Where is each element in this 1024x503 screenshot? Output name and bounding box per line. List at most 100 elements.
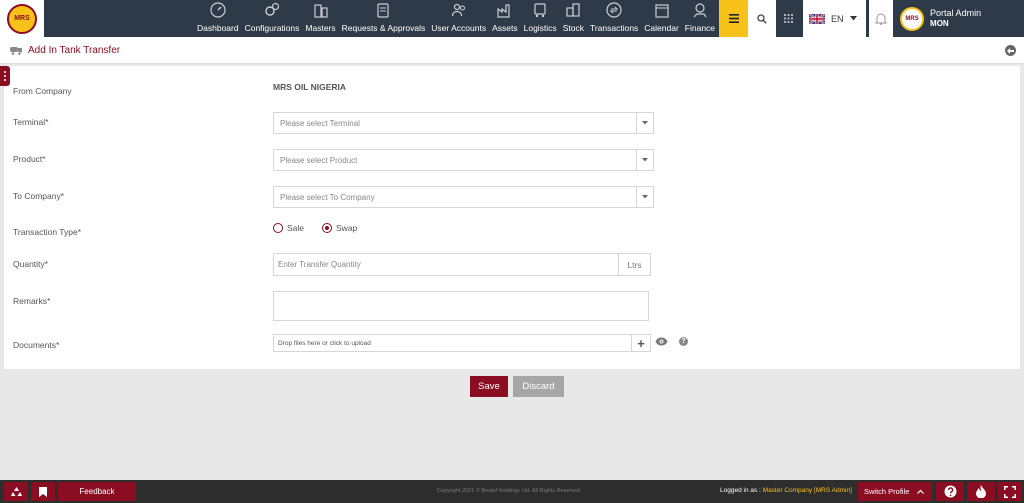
side-menu-toggle[interactable] — [0, 66, 10, 86]
hamburger-icon — [728, 14, 739, 23]
caret-down-icon[interactable] — [636, 187, 653, 207]
nav-user-accounts[interactable]: User Accounts — [428, 0, 489, 37]
factory-icon — [497, 4, 510, 18]
nav-calendar[interactable]: Calendar — [641, 0, 682, 37]
nav-assets[interactable]: Assets — [489, 0, 521, 37]
clipboard-icon — [377, 3, 390, 18]
quantity-unit: Ltrs — [618, 254, 650, 275]
recycle-icon — [10, 487, 22, 496]
main-nav: Dashboard Configurations Masters Request… — [194, 0, 718, 37]
page-title: Add In Tank Transfer — [28, 44, 121, 56]
transaction-type-label: Transaction Type* — [13, 227, 82, 237]
apps-grid-button[interactable] — [776, 0, 800, 37]
logged-in-label: Logged in as : — [720, 487, 761, 494]
product-select[interactable]: Please select Product — [273, 149, 654, 171]
nav-label: Finance — [684, 23, 716, 33]
quantity-input[interactable] — [274, 254, 618, 275]
dot — [4, 75, 6, 77]
nav-label: Masters — [305, 23, 336, 33]
user-code: MON — [930, 19, 949, 29]
nav-finance[interactable]: Finance — [682, 0, 718, 37]
language-code: EN — [831, 13, 844, 24]
switch-profile-label: Switch Profile — [864, 487, 910, 496]
caret-down-icon[interactable] — [636, 113, 653, 133]
exchange-icon — [606, 2, 622, 18]
nav-label: Assets — [492, 23, 518, 33]
from-company-value: MRS OIL NIGERIA — [273, 82, 347, 92]
fullscreen-button[interactable] — [998, 482, 1022, 501]
discard-button[interactable]: Discard — [513, 376, 564, 397]
to-company-select[interactable]: Please select To Company — [273, 186, 654, 208]
file-dropzone[interactable]: Drop files here or click to upload + — [273, 334, 651, 352]
radio-sale-label[interactable]: Sale — [287, 223, 304, 233]
quantity-label: Quantity* — [13, 259, 48, 269]
fullscreen-icon — [1004, 485, 1016, 498]
arrow-left-icon — [1007, 47, 1014, 54]
nav-label: Dashboard — [197, 23, 239, 33]
help-icon[interactable]: ? — [679, 337, 688, 346]
avatar: MRS — [900, 6, 925, 31]
nav-logistics[interactable]: Logistics — [521, 0, 560, 37]
bookmark-button[interactable] — [31, 482, 55, 501]
dot — [4, 79, 6, 81]
back-button[interactable] — [1005, 45, 1016, 56]
documents-label: Documents* — [13, 340, 60, 350]
buildings-icon — [313, 4, 328, 18]
logo-badge: MRS — [7, 3, 37, 34]
hamburger-menu-button[interactable] — [719, 0, 749, 37]
save-button[interactable]: Save — [470, 376, 508, 397]
nav-requests-approvals[interactable]: Requests & Approvals — [339, 0, 429, 37]
caret-down-icon[interactable] — [636, 150, 653, 170]
eye-icon[interactable] — [655, 337, 668, 346]
product-placeholder: Please select Product — [280, 155, 358, 165]
tanker-icon — [10, 46, 22, 55]
logo[interactable]: MRS — [0, 0, 44, 37]
to-company-label: To Company* — [13, 191, 65, 201]
copyright-text: Copyright 2021 © Bestaf Holdings Ltd. Al… — [437, 488, 581, 494]
gears-icon — [265, 2, 280, 16]
nav-label: Stock — [562, 23, 584, 33]
nav-label: Transactions — [589, 23, 639, 33]
language-selector[interactable]: EN — [803, 0, 867, 37]
uk-flag-icon — [809, 13, 826, 24]
money-hand-icon — [693, 3, 707, 18]
remarks-textarea[interactable] — [273, 291, 649, 321]
dot — [4, 71, 6, 73]
nav-transactions[interactable]: Transactions — [587, 0, 641, 37]
transaction-type-radios: Sale Swap — [273, 223, 357, 233]
question-circle-icon — [944, 485, 956, 498]
radio-sale[interactable] — [273, 223, 283, 233]
top-navbar: MRS Dashboard Configurations Masters Req… — [0, 0, 1024, 37]
terminal-label: Terminal* — [13, 117, 49, 127]
notifications-button[interactable] — [869, 0, 894, 37]
add-file-icon[interactable]: + — [631, 335, 650, 351]
nav-label: Requests & Approvals — [341, 23, 426, 33]
nav-dashboard[interactable]: Dashboard — [194, 0, 242, 37]
page-header: Add In Tank Transfer — [0, 37, 1024, 64]
remarks-label: Remarks* — [13, 296, 51, 306]
recycle-button[interactable] — [4, 482, 28, 501]
radio-swap[interactable] — [322, 223, 333, 233]
calendar-icon — [654, 4, 669, 18]
fire-button[interactable] — [967, 482, 995, 501]
terminal-select[interactable]: Please select Terminal — [273, 112, 654, 134]
nav-configurations[interactable]: Configurations — [242, 0, 303, 37]
switch-profile-button[interactable]: Switch Profile — [858, 482, 932, 501]
help-button[interactable] — [936, 482, 964, 501]
nav-stock[interactable]: Stock — [560, 0, 587, 37]
radio-swap-label[interactable]: Swap — [336, 223, 357, 233]
feedback-button[interactable]: Feedback — [58, 482, 136, 501]
logged-in-company: Master Company [MRS Admin] — [762, 487, 852, 494]
logged-in-info: Logged in as : Master Company [MRS Admin… — [720, 487, 852, 494]
user-menu[interactable]: MRS Portal Admin MON — [896, 0, 1024, 37]
terminal-placeholder: Please select Terminal — [280, 118, 360, 128]
nav-label: Logistics — [523, 23, 557, 33]
footer: Feedback Copyright 2021 © Bestaf Holding… — [0, 480, 1024, 503]
nav-label: User Accounts — [431, 23, 487, 33]
search-button[interactable] — [748, 0, 777, 37]
search-icon — [757, 13, 767, 24]
grid-icon — [783, 14, 793, 23]
caret-down-icon — [849, 16, 857, 21]
nav-masters[interactable]: Masters — [302, 0, 338, 37]
nav-label: Configurations — [244, 23, 300, 33]
